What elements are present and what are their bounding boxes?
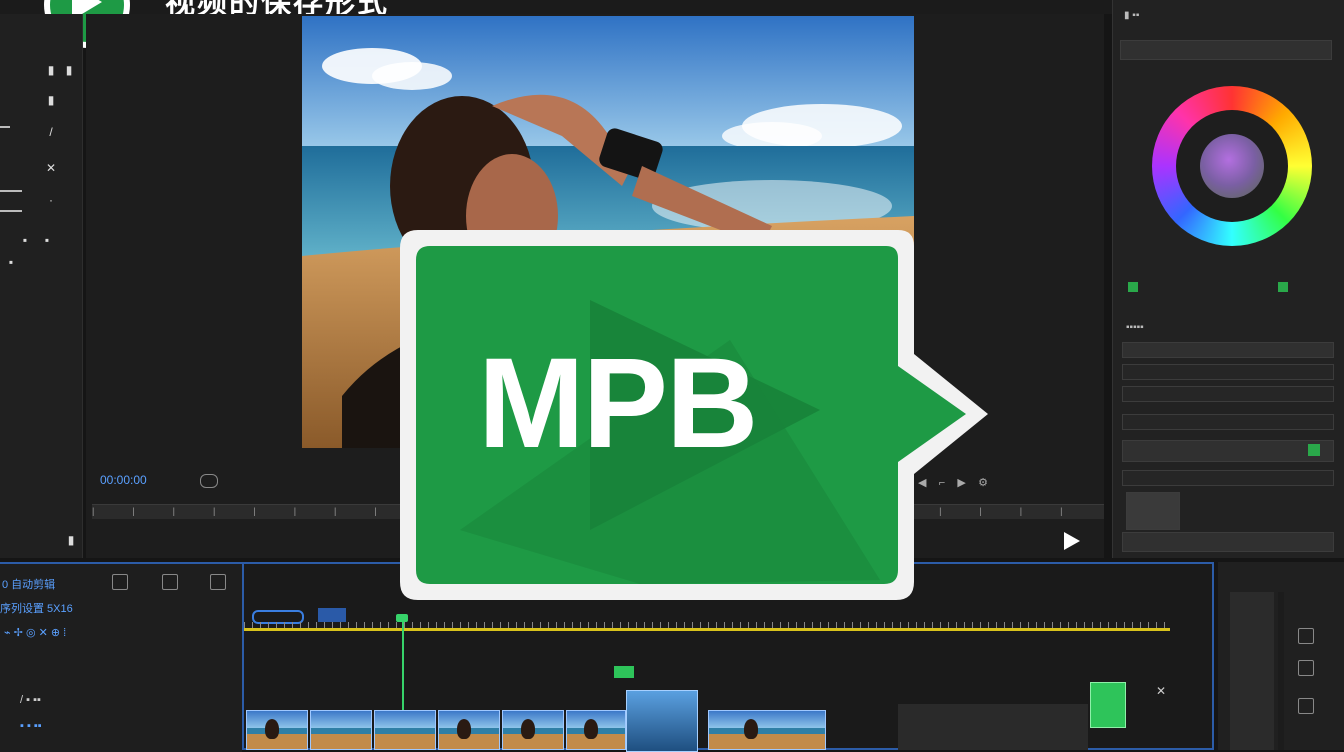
- video-clip-thumbnail[interactable]: [502, 710, 564, 750]
- playhead-handle[interactable]: [396, 614, 408, 622]
- color-wheel[interactable]: [1152, 86, 1312, 246]
- checkbox-icon[interactable]: [1128, 282, 1138, 292]
- track-headers: 0 自动剪辑 序列设置 5X16 ⌁ ✢ ◎ ✕ ⊕ ⁞ / ▪ ▪▪ ▪ ▪ …: [0, 562, 242, 752]
- audio-meter-panel: [1218, 562, 1344, 750]
- video-clip-thumbnail[interactable]: [310, 710, 372, 750]
- mpb-logo-text: MPB: [478, 332, 758, 475]
- work-area-bar[interactable]: [244, 628, 1170, 631]
- divider: [0, 210, 22, 212]
- divider: [0, 126, 10, 128]
- video-clip-thumbnail[interactable]: [374, 710, 436, 750]
- parameter-row[interactable]: [1122, 470, 1334, 486]
- timecode-display[interactable]: 00:00:00: [100, 473, 147, 487]
- panel-button[interactable]: [1298, 660, 1314, 676]
- video-clip-thumbnail[interactable]: [566, 710, 626, 750]
- parameter-row[interactable]: [1122, 364, 1334, 380]
- tool-icon[interactable]: ▪: [18, 234, 32, 246]
- panel-title-icon: ▮ ▪▪: [1124, 10, 1140, 21]
- thumbnail-preview[interactable]: [1126, 492, 1180, 530]
- track-tool-icons[interactable]: ⌁ ✢ ◎ ✕ ⊕ ⁞: [4, 626, 66, 639]
- zoom-icon[interactable]: [200, 474, 218, 488]
- section-heading: ▪▪▪▪▪: [1126, 322, 1144, 333]
- panel-button[interactable]: [1298, 698, 1314, 714]
- track-row[interactable]: ▪ ▪ ▪▪: [20, 720, 42, 732]
- scrollbar[interactable]: [1278, 592, 1284, 750]
- close-icon[interactable]: ✕: [44, 162, 58, 174]
- color-wheel-handle[interactable]: [1200, 134, 1264, 198]
- close-icon[interactable]: ✕: [1156, 684, 1166, 698]
- panel-toolbar: [1122, 532, 1334, 552]
- tool-icon[interactable]: ▮: [44, 94, 58, 106]
- empty-track-region: [898, 704, 1088, 750]
- parameter-row[interactable]: [1122, 342, 1334, 358]
- audio-clip[interactable]: [1090, 682, 1126, 728]
- scroll-handle[interactable]: ▮: [64, 534, 78, 546]
- track-label: 0 自动剪辑: [2, 579, 56, 591]
- tool-icon[interactable]: ▮: [62, 64, 76, 76]
- tool-icon[interactable]: ▪: [4, 256, 18, 268]
- panel-dropdown[interactable]: [1120, 40, 1332, 60]
- color-swatch[interactable]: [1308, 444, 1320, 456]
- tool-icon[interactable]: /: [44, 126, 58, 138]
- clip-marker[interactable]: [614, 666, 634, 678]
- snap-toggle[interactable]: [318, 608, 346, 622]
- tool-icon[interactable]: ▪: [40, 234, 54, 246]
- audio-meter: [1230, 592, 1274, 750]
- track-button[interactable]: [210, 574, 226, 590]
- tool-panel: ▮ ▮ ▮ / ✕ · ▪ ▪ ▪ ▮: [0, 14, 83, 558]
- checkbox-icon[interactable]: [1278, 282, 1288, 292]
- parameter-row[interactable]: [1122, 440, 1334, 462]
- video-clip[interactable]: [626, 690, 698, 752]
- panel-button[interactable]: [1298, 628, 1314, 644]
- parameter-row[interactable]: [1122, 386, 1334, 402]
- video-clip-thumbnail[interactable]: [438, 710, 500, 750]
- tool-icon[interactable]: ▮: [44, 64, 58, 76]
- parameter-row[interactable]: [1122, 414, 1334, 430]
- track-button[interactable]: [112, 574, 128, 590]
- track-row[interactable]: / ▪ ▪▪: [20, 694, 41, 706]
- divider: [0, 190, 22, 192]
- sequence-label: 序列设置 5X16: [0, 603, 73, 615]
- video-clip-thumbnail[interactable]: [246, 710, 308, 750]
- track-button[interactable]: [162, 574, 178, 590]
- play-button[interactable]: [1062, 530, 1082, 552]
- video-clip-thumbnail[interactable]: [708, 710, 826, 750]
- tool-icon[interactable]: ·: [44, 194, 58, 206]
